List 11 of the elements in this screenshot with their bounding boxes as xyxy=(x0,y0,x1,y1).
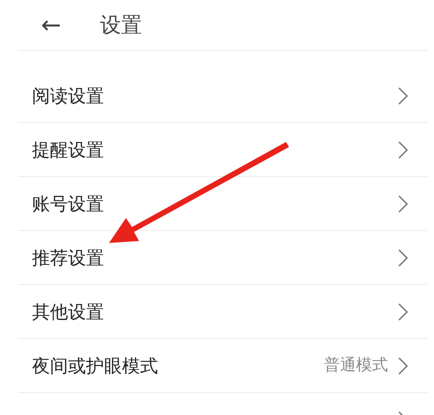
chevron-icon xyxy=(398,140,408,158)
page-title: 设置 xyxy=(100,12,142,39)
back-button[interactable]: ← xyxy=(36,11,66,39)
settings-item[interactable]: 夜间或护眼模式 普通模式 xyxy=(18,339,428,393)
chevron-icon xyxy=(398,248,408,266)
chevron-icon xyxy=(398,356,408,374)
chevron-icon xyxy=(398,302,408,320)
settings-item[interactable]: 其他设置 xyxy=(18,285,428,339)
chevron-icon xyxy=(398,86,408,104)
settings-item[interactable]: 阅读设置 xyxy=(18,69,428,123)
chevron-icon xyxy=(398,194,408,212)
